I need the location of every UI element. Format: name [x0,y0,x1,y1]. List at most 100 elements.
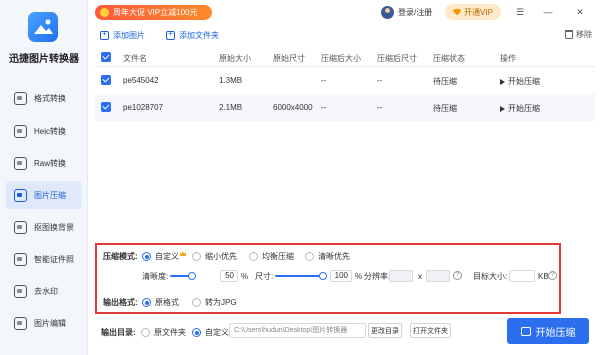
format-jpg-radio[interactable]: 转为JPG [192,297,237,308]
add-image-button[interactable]: 添加图片 [100,29,145,41]
raw-icon [14,156,27,170]
remove-button[interactable]: 移除 [565,29,592,40]
compressed-size: -- [321,103,327,112]
table-row[interactable]: pe1028707 2.1MB 6000x4000 -- -- 待压缩 开始压缩 [95,94,595,121]
compressed-dims: -- [377,103,383,112]
sidebar-item-heic[interactable]: Heic转换 [6,117,82,145]
sidebar: 迅捷图片转换器 格式转换 Heic转换 Raw转换 图片压缩 抠图换背景 智能证… [0,0,88,355]
table-header: 文件名 原始大小 原始尺寸 压缩后大小 压缩后尺寸 压缩状态 操作 [95,47,595,67]
sidebar-item-watermark[interactable]: 去水印 [6,277,82,305]
original-size: 2.1MB [219,103,243,112]
sidebar-item-label: 抠图换背景 [34,222,74,232]
original-dims: 6000x4000 [273,103,313,112]
output-path-field[interactable]: C:\Users\hudun\Desktop\图片转换器 [229,323,366,338]
id-photo-icon [14,252,27,266]
sidebar-item-label: 智能证件照 [34,254,74,264]
resolution-width-input[interactable] [389,270,413,282]
mode-balanced-radio[interactable]: 均衡压缩 [249,251,294,262]
avatar [381,5,394,19]
start-compress-label: 开始压缩 [508,77,540,86]
remove-label: 移除 [576,30,592,39]
fire-icon [100,8,109,17]
column-header: 压缩后大小 [321,54,361,63]
row-checkbox[interactable] [101,75,111,85]
sidebar-item-label: 图片压缩 [34,190,66,200]
dir-custom-radio[interactable]: 自定义 [192,327,229,338]
help-icon[interactable]: ? [548,271,557,280]
diamond-icon [453,8,462,16]
radio-icon [192,252,201,261]
close-icon[interactable]: ✕ [573,5,587,19]
play-icon [500,78,505,85]
target-size-label: 目标大小: [473,272,508,281]
minimize-icon[interactable]: — [541,5,555,19]
compressed-size: -- [321,76,327,85]
file-name: pe545042 [123,76,159,85]
original-size: 1.3MB [219,76,243,85]
format-label: 转为JPG [205,298,237,307]
add-folder-label: 添加文件夹 [179,30,219,40]
resolution-height-input[interactable] [426,270,450,282]
select-all-checkbox[interactable] [101,52,111,62]
size-input[interactable]: 100 [330,270,352,282]
vip-button[interactable]: 开通VIP [445,4,501,20]
promo-banner[interactable]: 周年大促 VIP立减100元 [95,5,212,20]
target-size-unit: KB [538,272,549,281]
start-compress-label: 开始压缩 [508,104,540,113]
compression-settings-panel: 压缩模式: 自定义 缩小优先 均衡压缩 清晰优先 清晰度: 50 % 尺寸: 1… [95,243,561,314]
radio-icon [142,252,151,261]
table-row[interactable]: pe545042 1.3MB -- -- 待压缩 开始压缩 [95,67,595,94]
target-size-input[interactable] [509,270,535,282]
compress-icon [14,188,27,202]
dir-original-radio[interactable]: 原文件夹 [141,327,186,338]
sidebar-item-format-convert[interactable]: 格式转换 [6,84,82,112]
help-icon[interactable]: ? [453,271,462,280]
add-folder-icon [166,29,175,40]
radio-icon [249,252,258,261]
clarity-slider-handle[interactable] [188,272,196,280]
format-convert-icon [14,91,27,105]
radio-icon [142,298,151,307]
status-text: 待压缩 [433,77,457,86]
crown-icon [180,251,186,256]
mode-custom-radio[interactable]: 自定义 [142,251,186,262]
radio-icon [192,298,201,307]
login-label: 登录/注册 [398,7,433,17]
clarity-input[interactable]: 50 [220,270,238,282]
size-slider-handle[interactable] [319,272,327,280]
sidebar-item-label: Raw转换 [34,158,67,168]
column-header: 操作 [500,54,516,63]
start-compress-button[interactable]: 开始压缩 [500,76,540,87]
watermark-icon [14,284,27,298]
login-button[interactable]: 登录/注册 [381,4,432,20]
change-dir-button[interactable]: 更改目录 [368,323,402,338]
column-header: 压缩状态 [433,54,465,63]
column-header: 原始大小 [219,54,251,63]
mode-clarity-radio[interactable]: 清晰优先 [305,251,350,262]
format-original-radio[interactable]: 原格式 [142,297,179,308]
mode-smaller-radio[interactable]: 缩小优先 [192,251,237,262]
clarity-unit: % [241,272,249,281]
radio-icon [305,252,314,261]
row-checkbox[interactable] [101,102,111,112]
sidebar-item-id-photo[interactable]: 智能证件照 [6,245,82,273]
sidebar-item-raw[interactable]: Raw转换 [6,149,82,177]
sidebar-item-edit[interactable]: 图片编辑 [6,309,82,337]
file-name: pe1028707 [123,103,164,112]
output-format-label: 输出格式: [103,298,138,307]
add-folder-button[interactable]: 添加文件夹 [166,29,219,41]
size-slider[interactable] [275,275,321,277]
mode-label: 自定义 [155,252,179,261]
open-folder-button[interactable]: 打开文件夹 [410,323,451,338]
sidebar-item-compress[interactable]: 图片压缩 [6,181,82,209]
start-compress-all-label: 开始压缩 [535,327,576,339]
size-label: 尺寸: [255,272,274,281]
start-compress-all-button[interactable]: 开始压缩 [507,318,589,344]
sidebar-item-cutout[interactable]: 抠图换背景 [6,213,82,241]
add-image-label: 添加图片 [113,30,145,40]
sidebar-item-label: 图片编辑 [34,318,66,328]
menu-icon[interactable]: ☰ [513,5,527,19]
mode-label: 均衡压缩 [262,252,294,261]
start-compress-button[interactable]: 开始压缩 [500,103,540,114]
size-unit: % [355,272,363,281]
